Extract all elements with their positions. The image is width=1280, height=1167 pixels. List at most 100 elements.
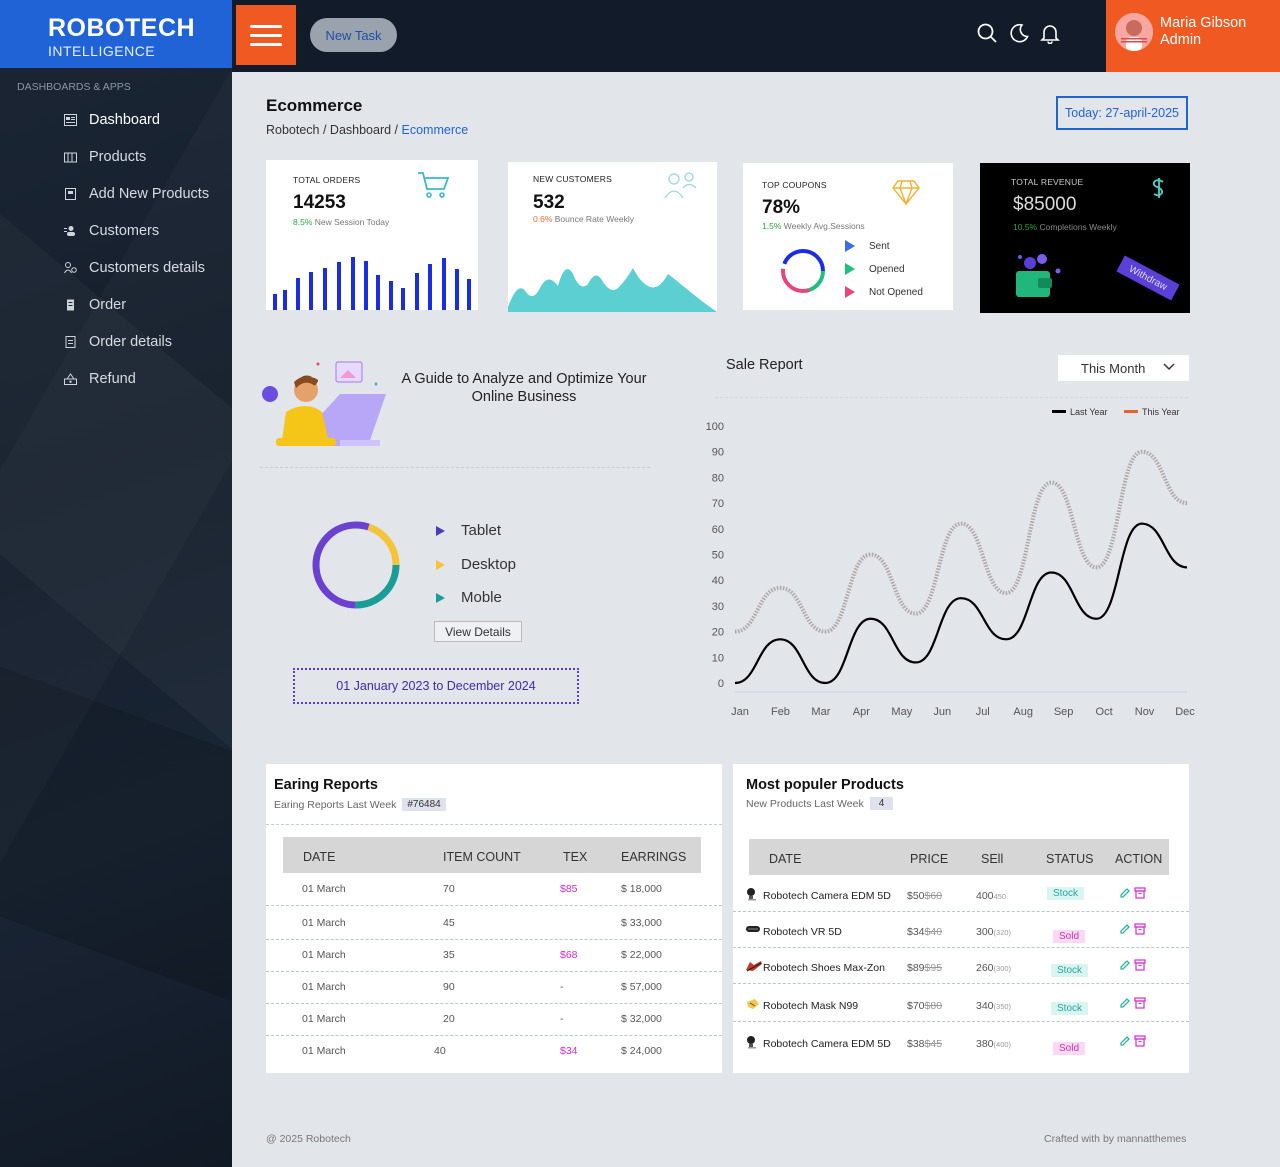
column-header[interactable]: EARRINGS [621, 850, 686, 864]
sidebar-nav: Dashboard Products Add New Products Cust… [0, 101, 232, 397]
products-title: Most populer Products [746, 777, 904, 793]
table-row[interactable]: 01 March 90 - $ 57,000 [266, 981, 722, 995]
edit-icon[interactable] [1119, 887, 1131, 902]
search-icon[interactable] [976, 22, 998, 44]
sidebar-item-dashboard[interactable]: Dashboard [0, 101, 232, 138]
table-cell: 01 March [302, 1045, 346, 1057]
table-row[interactable]: 01 March 20 - $ 32,000 [266, 1013, 722, 1027]
column-header[interactable]: SEll [981, 852, 1003, 866]
status-badge: Stock [1051, 964, 1089, 977]
table-row[interactable]: Robotech VR 5D $34$40 300(320) Sold [733, 923, 1189, 943]
table-row[interactable]: Robotech Shoes Max-Zon $89$95 260(300) Stoc… [733, 959, 1189, 977]
row-divider [266, 939, 722, 940]
table-cell: $ 22,000 [621, 949, 662, 961]
view-details-button[interactable]: View Details [434, 621, 522, 642]
table-row[interactable]: 01 March 70 $85 $ 18,000 [266, 883, 722, 897]
footer-copyright: @ 2025 Robotech [266, 1133, 351, 1145]
y-tick-label: 100 [706, 421, 724, 433]
legend-tablet: Tablet [436, 522, 501, 539]
table-row[interactable]: Robotech Mask N99 $70$80 340(350) Stock [733, 997, 1189, 1015]
x-tick-label: Feb [771, 706, 790, 718]
table-cell: 01 March [302, 883, 346, 895]
sidebar-item-refund[interactable]: Refund [0, 360, 232, 397]
refund-icon [64, 372, 77, 385]
sidebar-item-order[interactable]: Order [0, 286, 232, 323]
card-subtext: 8.5% New Session Today [293, 217, 390, 227]
camera-icon [745, 1035, 759, 1052]
edit-icon[interactable] [1119, 997, 1131, 1012]
row-divider [733, 947, 1189, 948]
sidebar-item-customers[interactable]: Customers [0, 212, 232, 249]
products-icon [64, 151, 77, 163]
product-sell: 380(400) [976, 1038, 1012, 1050]
new-task-button[interactable]: New Task [310, 18, 397, 52]
column-header[interactable]: DATE [769, 852, 801, 866]
table-row[interactable]: 01 March 40 $34 $ 24,000 [266, 1045, 722, 1059]
table-cell: - [560, 981, 564, 993]
table-row[interactable]: 01 March 35 $68 $ 22,000 [266, 949, 722, 963]
brand-logo[interactable]: ROBOTECH INTELLIGENCE [0, 0, 232, 68]
period-select[interactable]: This Month [1058, 355, 1189, 381]
topbar: New Task Maria Gibson Admin [232, 0, 1280, 72]
sidebar-item-order-details[interactable]: Order details [0, 323, 232, 360]
column-header[interactable]: DATE [303, 850, 335, 864]
column-header[interactable]: PRICE [910, 852, 948, 866]
status-badge: Sold [1053, 930, 1086, 943]
sidebar-item-label: Dashboard [89, 111, 160, 128]
edit-icon[interactable] [1119, 923, 1131, 938]
bar [467, 279, 471, 310]
user-profile-menu[interactable]: Maria Gibson Admin [1106, 0, 1280, 72]
table-row[interactable]: Robotech Camera EDM 5D $38$45 380(400) Sold [733, 1035, 1189, 1055]
legend-opened: Opened [845, 263, 905, 275]
sidebar-item-customers-details[interactable]: Customers details [0, 249, 232, 286]
earning-tag: #76484 [402, 798, 446, 811]
delete-icon[interactable] [1134, 1035, 1146, 1050]
table-cell: 45 [443, 917, 455, 929]
product-price: $70$80 [907, 1000, 943, 1012]
row-divider [733, 983, 1189, 984]
bar [376, 275, 380, 310]
bar [337, 262, 341, 310]
wallet-icon [1016, 254, 1061, 297]
earning-reports-card: Earing Reports Earing Reports Last Week #… [266, 764, 722, 1073]
column-header[interactable]: ITEM COUNT [443, 850, 521, 864]
legend-sent: Sent [845, 240, 890, 252]
card-value: 14253 [293, 192, 346, 213]
column-header[interactable]: STATUS [1046, 852, 1093, 866]
sidebar-item-label: Order details [89, 333, 173, 350]
guide-illustration [262, 361, 386, 446]
legend-label: This Year [1142, 407, 1180, 417]
delete-icon[interactable] [1134, 923, 1146, 938]
edit-icon[interactable] [1119, 959, 1131, 974]
delete-icon[interactable] [1134, 997, 1146, 1012]
table-row[interactable]: 01 March 45 $ 33,000 [266, 917, 722, 931]
column-header[interactable]: TEX [563, 850, 587, 864]
orders-bar-chart [273, 257, 471, 310]
today-date-badge[interactable]: Today: 27-april-2025 [1056, 96, 1188, 130]
footer-credit[interactable]: Crafted with by mannatthemes [1044, 1133, 1186, 1145]
sidebar-item-products[interactable]: Products [0, 138, 232, 175]
edit-icon[interactable] [1119, 1035, 1131, 1050]
table-row[interactable]: Robotech Camera EDM 5D $50$60 400450 Stock [733, 887, 1189, 905]
card-value: 532 [533, 192, 565, 213]
user-name: Maria Gibson [1160, 15, 1247, 31]
row-divider [733, 1021, 1189, 1022]
card-label: TOTAL ORDERS [293, 175, 361, 185]
bar [455, 269, 459, 310]
moon-icon[interactable] [1008, 22, 1030, 44]
column-header[interactable]: ACTION [1115, 852, 1162, 866]
x-tick-label: Sep [1054, 706, 1074, 718]
menu-toggle-button[interactable] [236, 5, 296, 65]
legend-swatch [1124, 410, 1138, 413]
bell-icon[interactable] [1039, 22, 1061, 44]
sidebar-item-add-new-products[interactable]: Add New Products [0, 175, 232, 212]
products-table-header: DATE PRICE SEll STATUS ACTION [749, 839, 1169, 875]
withdraw-button[interactable]: Withdraw [1116, 255, 1180, 301]
product-sell: 300(320) [976, 926, 1012, 938]
date-range-picker[interactable]: 01 January 2023 to December 2024 [293, 668, 579, 704]
legend-label: Last Year [1070, 407, 1108, 417]
breadcrumb-path[interactable]: Robotech / Dashboard / [266, 123, 402, 137]
delete-icon[interactable] [1134, 887, 1146, 902]
y-tick-label: 60 [712, 524, 724, 536]
delete-icon[interactable] [1134, 959, 1146, 974]
